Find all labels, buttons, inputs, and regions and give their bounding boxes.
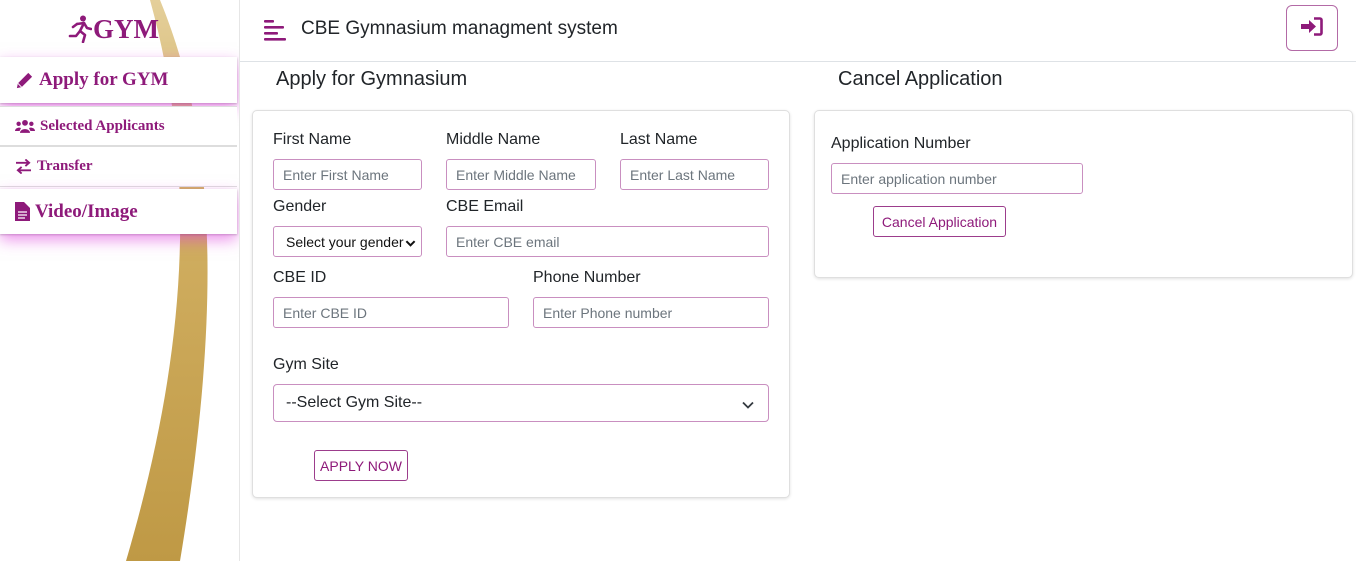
gender-select[interactable]: Select your gender [273, 226, 422, 257]
phone-label: Phone Number [533, 269, 641, 286]
sidebar-item-label: Selected Applicants [40, 117, 165, 134]
login-button[interactable] [1286, 5, 1338, 51]
cancel-application-button[interactable]: Cancel Application [873, 206, 1006, 237]
cancel-application-label: Cancel Application [881, 213, 998, 230]
gender-selected-value: Select your gender [286, 233, 404, 250]
first-name-label: First Name [273, 131, 352, 148]
sidebar-item-video-image[interactable]: Video/Image [0, 189, 237, 234]
gym-site-select[interactable]: --Select Gym Site-- [273, 384, 769, 422]
chevron-down-icon [742, 398, 754, 416]
first-name-input[interactable] [273, 159, 422, 190]
sidebar-item-label: Transfer [37, 158, 93, 174]
file-icon [15, 202, 30, 221]
application-number-input[interactable] [831, 163, 1083, 194]
cbe-id-label: CBE ID [273, 269, 327, 286]
sidebar-item-label: Apply for GYM [39, 69, 169, 90]
email-input[interactable] [446, 226, 769, 257]
running-person-icon [68, 15, 92, 43]
menu-lines-icon[interactable] [264, 19, 286, 41]
middle-name-label: Middle Name [446, 131, 541, 148]
apply-now-label: APPLY NOW [320, 457, 402, 474]
users-icon [15, 119, 35, 134]
email-label: CBE Email [446, 198, 524, 215]
gym-logo[interactable]: GYM [68, 12, 159, 46]
pencil-icon [15, 71, 34, 90]
sidebar-item-transfer[interactable]: Transfer [0, 146, 237, 187]
phone-input[interactable] [533, 297, 769, 328]
last-name-input[interactable] [620, 159, 769, 190]
top-header: CBE Gymnasium managment system [240, 0, 1356, 62]
application-number-label: Application Number [831, 135, 971, 152]
sidebar: GYM Apply for GYM Selected Applicants Tr… [0, 0, 240, 561]
sign-in-icon [1301, 16, 1323, 40]
chevron-down-icon [405, 236, 416, 252]
cancel-section-title: Cancel Application [838, 68, 1003, 90]
middle-name-input[interactable] [446, 159, 596, 190]
last-name-label: Last Name [620, 131, 698, 148]
sidebar-item-label: Video/Image [35, 200, 138, 222]
page-title: CBE Gymnasium managment system [301, 18, 618, 39]
gender-label: Gender [273, 198, 327, 215]
gym-site-label: Gym Site [273, 356, 339, 373]
transfer-arrows-icon [15, 159, 32, 174]
cbe-id-input[interactable] [273, 297, 509, 328]
sidebar-item-selected-applicants[interactable]: Selected Applicants [0, 106, 237, 146]
gym-site-selected-value: --Select Gym Site-- [286, 394, 423, 411]
apply-now-button[interactable]: APPLY NOW [314, 450, 408, 481]
apply-section-title: Apply for Gymnasium [276, 68, 468, 90]
sidebar-item-apply[interactable]: Apply for GYM [0, 57, 237, 103]
logo-text: GYM [93, 13, 159, 44]
